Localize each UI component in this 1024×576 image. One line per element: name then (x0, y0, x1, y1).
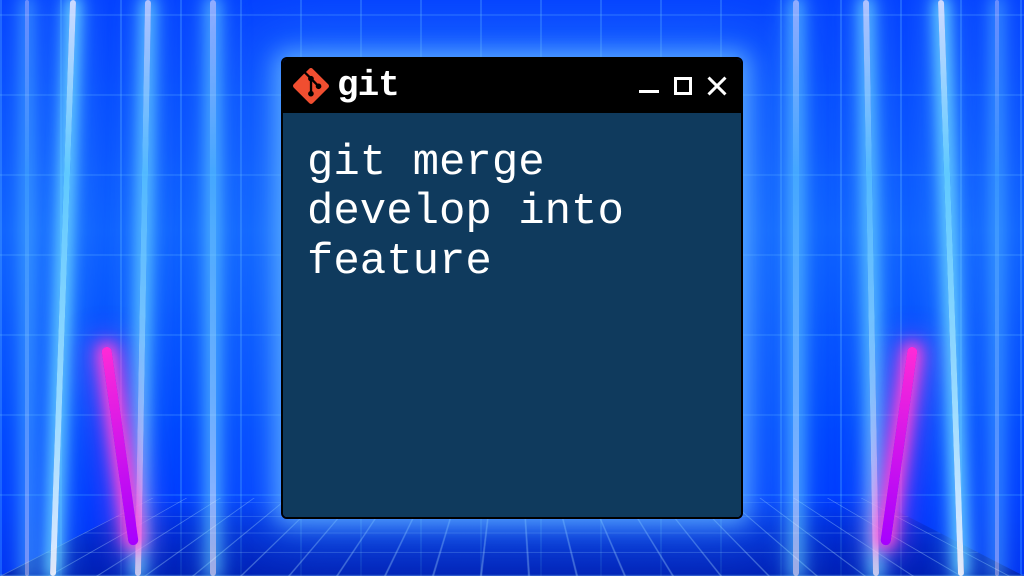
neon-line (793, 0, 799, 576)
terminal-body[interactable]: git merge develop into feature (283, 113, 741, 517)
neon-line (995, 0, 999, 576)
maximize-button[interactable] (671, 74, 695, 98)
close-icon (706, 75, 728, 97)
neon-line (25, 0, 29, 576)
minimize-icon (639, 90, 659, 93)
window-title: git (337, 68, 399, 104)
window-controls (637, 74, 729, 98)
terminal-window: git git merge develop into feature (281, 57, 743, 519)
minimize-button[interactable] (637, 74, 661, 98)
git-logo-icon (293, 68, 329, 104)
maximize-icon (674, 77, 692, 95)
titlebar[interactable]: git (283, 59, 741, 113)
neon-line (210, 0, 216, 576)
command-text: git merge develop into feature (307, 139, 717, 287)
close-button[interactable] (705, 74, 729, 98)
